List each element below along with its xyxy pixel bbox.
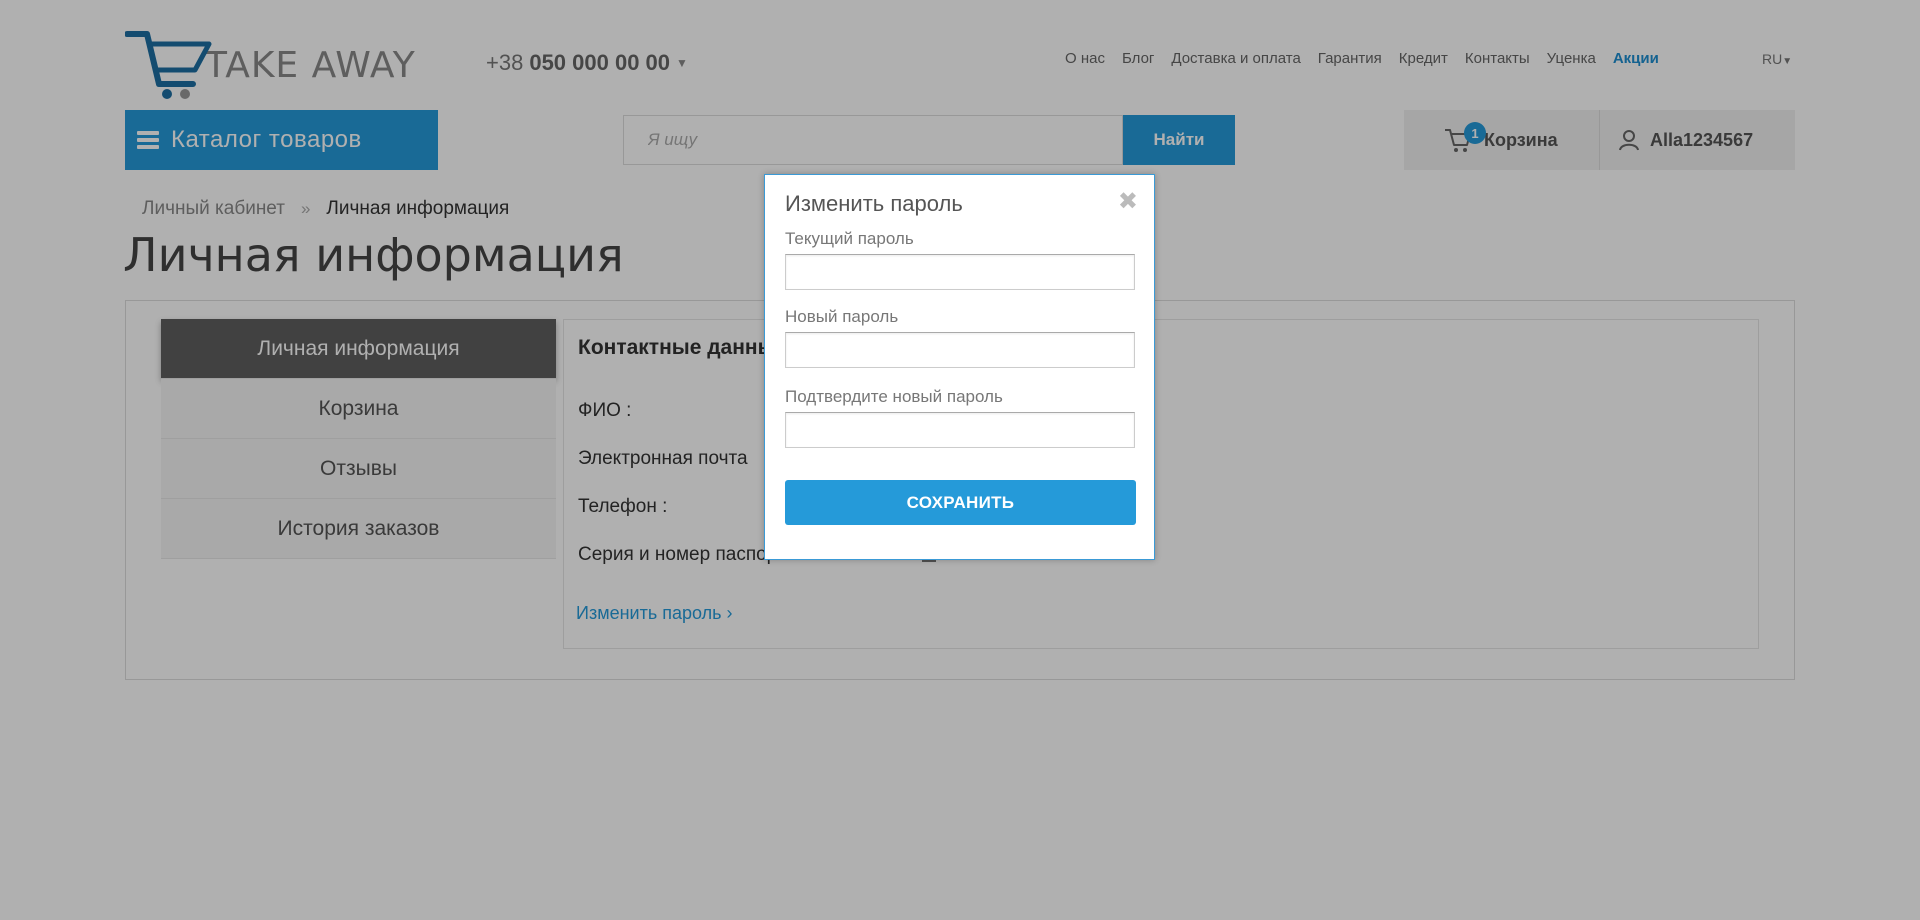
modal-title: Изменить пароль bbox=[785, 191, 963, 216]
change-password-modal: Изменить пароль ✖ Текущий пароль Новый п… bbox=[764, 174, 1155, 560]
current-password-label: Текущий пароль bbox=[785, 229, 914, 248]
close-icon[interactable]: ✖ bbox=[1118, 187, 1138, 216]
save-button[interactable]: СОХРАНИТЬ bbox=[785, 480, 1136, 525]
confirm-password-label: Подтвердите новый пароль bbox=[785, 387, 1003, 406]
current-password-field[interactable] bbox=[785, 254, 1135, 290]
new-password-field[interactable] bbox=[785, 332, 1135, 368]
new-password-label: Новый пароль bbox=[785, 307, 899, 326]
confirm-password-field[interactable] bbox=[785, 412, 1135, 448]
